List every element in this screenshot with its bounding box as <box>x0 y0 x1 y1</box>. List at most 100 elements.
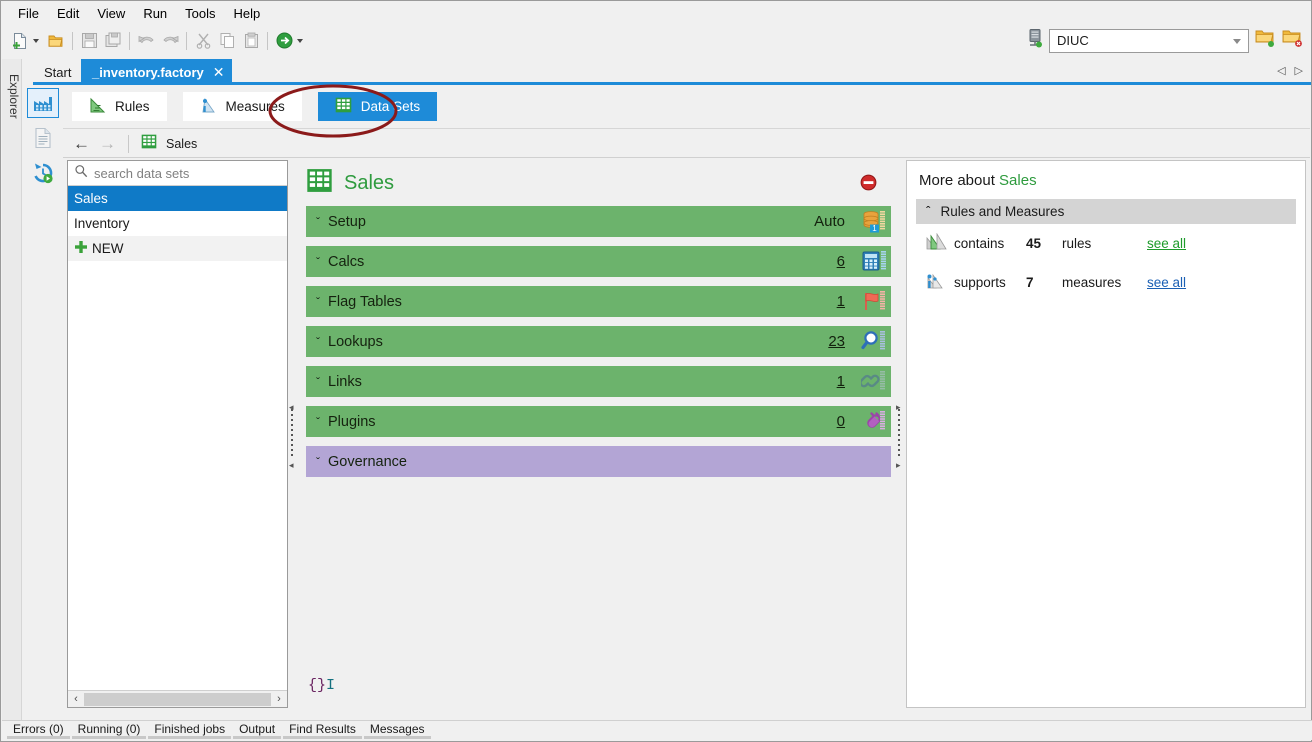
section-governance[interactable]: ˇ Governance <box>306 446 891 477</box>
code-view-icon[interactable]: {}I <box>308 677 335 694</box>
status-output[interactable]: Output <box>233 722 281 739</box>
list-item-sales[interactable]: Sales <box>68 186 287 211</box>
plus-icon <box>74 240 88 257</box>
table-row: supports 7 measures see all <box>916 263 1296 302</box>
status-finished-jobs[interactable]: Finished jobs <box>148 722 231 739</box>
list-item-label: Inventory <box>74 216 130 231</box>
chevron-down-icon[interactable]: ˇ <box>316 255 320 269</box>
calculator-icon[interactable] <box>861 249 887 279</box>
chevron-down-icon[interactable]: ˇ <box>316 295 320 309</box>
chevron-up-icon[interactable]: ˆ <box>926 204 931 219</box>
scroll-right-icon[interactable]: › <box>271 693 287 705</box>
menu-item-edit[interactable]: Edit <box>48 3 88 24</box>
factory-icon[interactable] <box>27 88 59 118</box>
menu-item-file[interactable]: File <box>9 3 48 24</box>
section-label: Setup <box>328 214 366 230</box>
paste-icon <box>239 29 263 53</box>
plug-icon[interactable] <box>861 409 887 439</box>
status-errors[interactable]: Errors (0) <box>7 722 70 739</box>
see-all-measures-link[interactable]: see all <box>1147 275 1186 290</box>
splitter-grip <box>291 409 293 459</box>
server-value: DIUC <box>1057 33 1089 48</box>
run-dropdown-icon[interactable] <box>297 39 303 43</box>
left-splitter[interactable]: ◂ ◂ <box>287 160 297 708</box>
history-icon[interactable] <box>27 158 59 188</box>
link-icon[interactable] <box>861 369 887 399</box>
section-count[interactable]: 0 <box>837 413 845 430</box>
section-lookups[interactable]: ˇ Lookups 23 <box>306 326 891 357</box>
section-count[interactable]: 1 <box>837 373 845 390</box>
section-plugins[interactable]: ˇ Plugins 0 <box>306 406 891 437</box>
right-splitter[interactable]: ▸ ▸ <box>894 160 904 708</box>
save-icon <box>77 29 101 53</box>
dataset-header: Sales <box>297 160 901 206</box>
connect-folder-icon[interactable] <box>1254 28 1276 53</box>
row-count: 7 <box>1026 275 1062 290</box>
run-icon[interactable] <box>272 29 296 53</box>
rules-icon <box>89 97 106 117</box>
search-icon <box>74 164 88 183</box>
text-cursor-icon: I <box>326 677 335 694</box>
section-count[interactable]: 1 <box>837 293 845 310</box>
status-messages[interactable]: Messages <box>364 722 431 739</box>
scroll-thumb[interactable] <box>84 693 271 706</box>
redo-icon <box>158 29 182 53</box>
block-icon[interactable] <box>860 174 877 196</box>
search-input[interactable]: search data sets <box>68 161 287 186</box>
data-sets-button[interactable]: Data Sets <box>318 92 437 121</box>
disconnect-folder-icon[interactable] <box>1281 28 1303 53</box>
list-horizontal-scrollbar[interactable]: ‹ › <box>68 690 287 707</box>
document-icon[interactable] <box>27 123 59 153</box>
new-file-icon[interactable] <box>8 29 32 53</box>
chevron-down-icon[interactable]: ˇ <box>316 335 320 349</box>
magnifier-icon[interactable] <box>861 329 887 359</box>
scroll-left-icon[interactable]: ‹ <box>68 693 84 705</box>
section-flag-tables[interactable]: ˇ Flag Tables 1 <box>306 286 891 317</box>
breadcrumb-label[interactable]: Sales <box>166 137 197 151</box>
chevron-down-icon[interactable]: ˇ <box>316 455 320 469</box>
menu-item-run[interactable]: Run <box>134 3 176 24</box>
dataset-list-panel: search data sets Sales Inventory NEW ‹ › <box>67 160 288 708</box>
open-folder-icon[interactable] <box>44 29 68 53</box>
tab-next-icon[interactable]: ▷ <box>1295 64 1303 77</box>
server-toolbar-group: DIUC <box>1026 28 1303 53</box>
chevron-down-icon[interactable]: ˇ <box>316 415 320 429</box>
menu-item-view[interactable]: View <box>88 3 134 24</box>
section-count: Auto <box>814 213 845 230</box>
mode-bar: Rules Measures <box>63 85 1310 129</box>
chevron-down-icon[interactable] <box>1233 39 1241 44</box>
status-running[interactable]: Running (0) <box>72 722 147 739</box>
list-item-inventory[interactable]: Inventory <box>68 211 287 236</box>
see-all-rules-link[interactable]: see all <box>1147 236 1186 251</box>
back-button[interactable]: ← <box>73 135 90 152</box>
table-row: contains 45 rules see all <box>916 224 1296 263</box>
explorer-strip[interactable]: Explorer <box>2 59 22 721</box>
chevron-down-icon[interactable]: ˇ <box>316 375 320 389</box>
status-find-results[interactable]: Find Results <box>283 722 362 739</box>
forward-button[interactable]: → <box>99 135 116 152</box>
menu-item-help[interactable]: Help <box>225 3 270 24</box>
measures-button[interactable]: Measures <box>183 92 302 121</box>
section-calcs[interactable]: ˇ Calcs 6 <box>306 246 891 277</box>
new-dataset-button[interactable]: NEW <box>68 236 287 261</box>
rules-button[interactable]: Rules <box>72 92 167 121</box>
section-setup[interactable]: ˇ Setup Auto <box>306 206 891 237</box>
close-icon[interactable]: ✕ <box>213 64 225 81</box>
server-icon <box>1026 28 1044 53</box>
data-sets-icon <box>335 97 352 116</box>
chevron-down-icon[interactable]: ˇ <box>316 215 320 229</box>
menu-item-tools[interactable]: Tools <box>176 3 224 24</box>
new-file-dropdown-icon[interactable] <box>33 39 39 43</box>
splitter-grip <box>898 409 900 459</box>
section-count[interactable]: 23 <box>828 333 845 350</box>
data-stack-icon[interactable]: 1 <box>861 209 887 239</box>
grid-icon <box>306 168 333 198</box>
section-count[interactable]: 6 <box>837 253 845 270</box>
server-select[interactable]: DIUC <box>1049 29 1249 53</box>
section-links[interactable]: ˇ Links 1 <box>306 366 891 397</box>
menu-bar: File Edit View Run Tools Help <box>1 1 1311 25</box>
tab-prev-icon[interactable]: ◁ <box>1277 64 1285 77</box>
section-label: Flag Tables <box>328 294 402 310</box>
rules-and-measures-header[interactable]: ˆ Rules and Measures <box>916 199 1296 224</box>
flag-icon[interactable] <box>861 289 887 319</box>
